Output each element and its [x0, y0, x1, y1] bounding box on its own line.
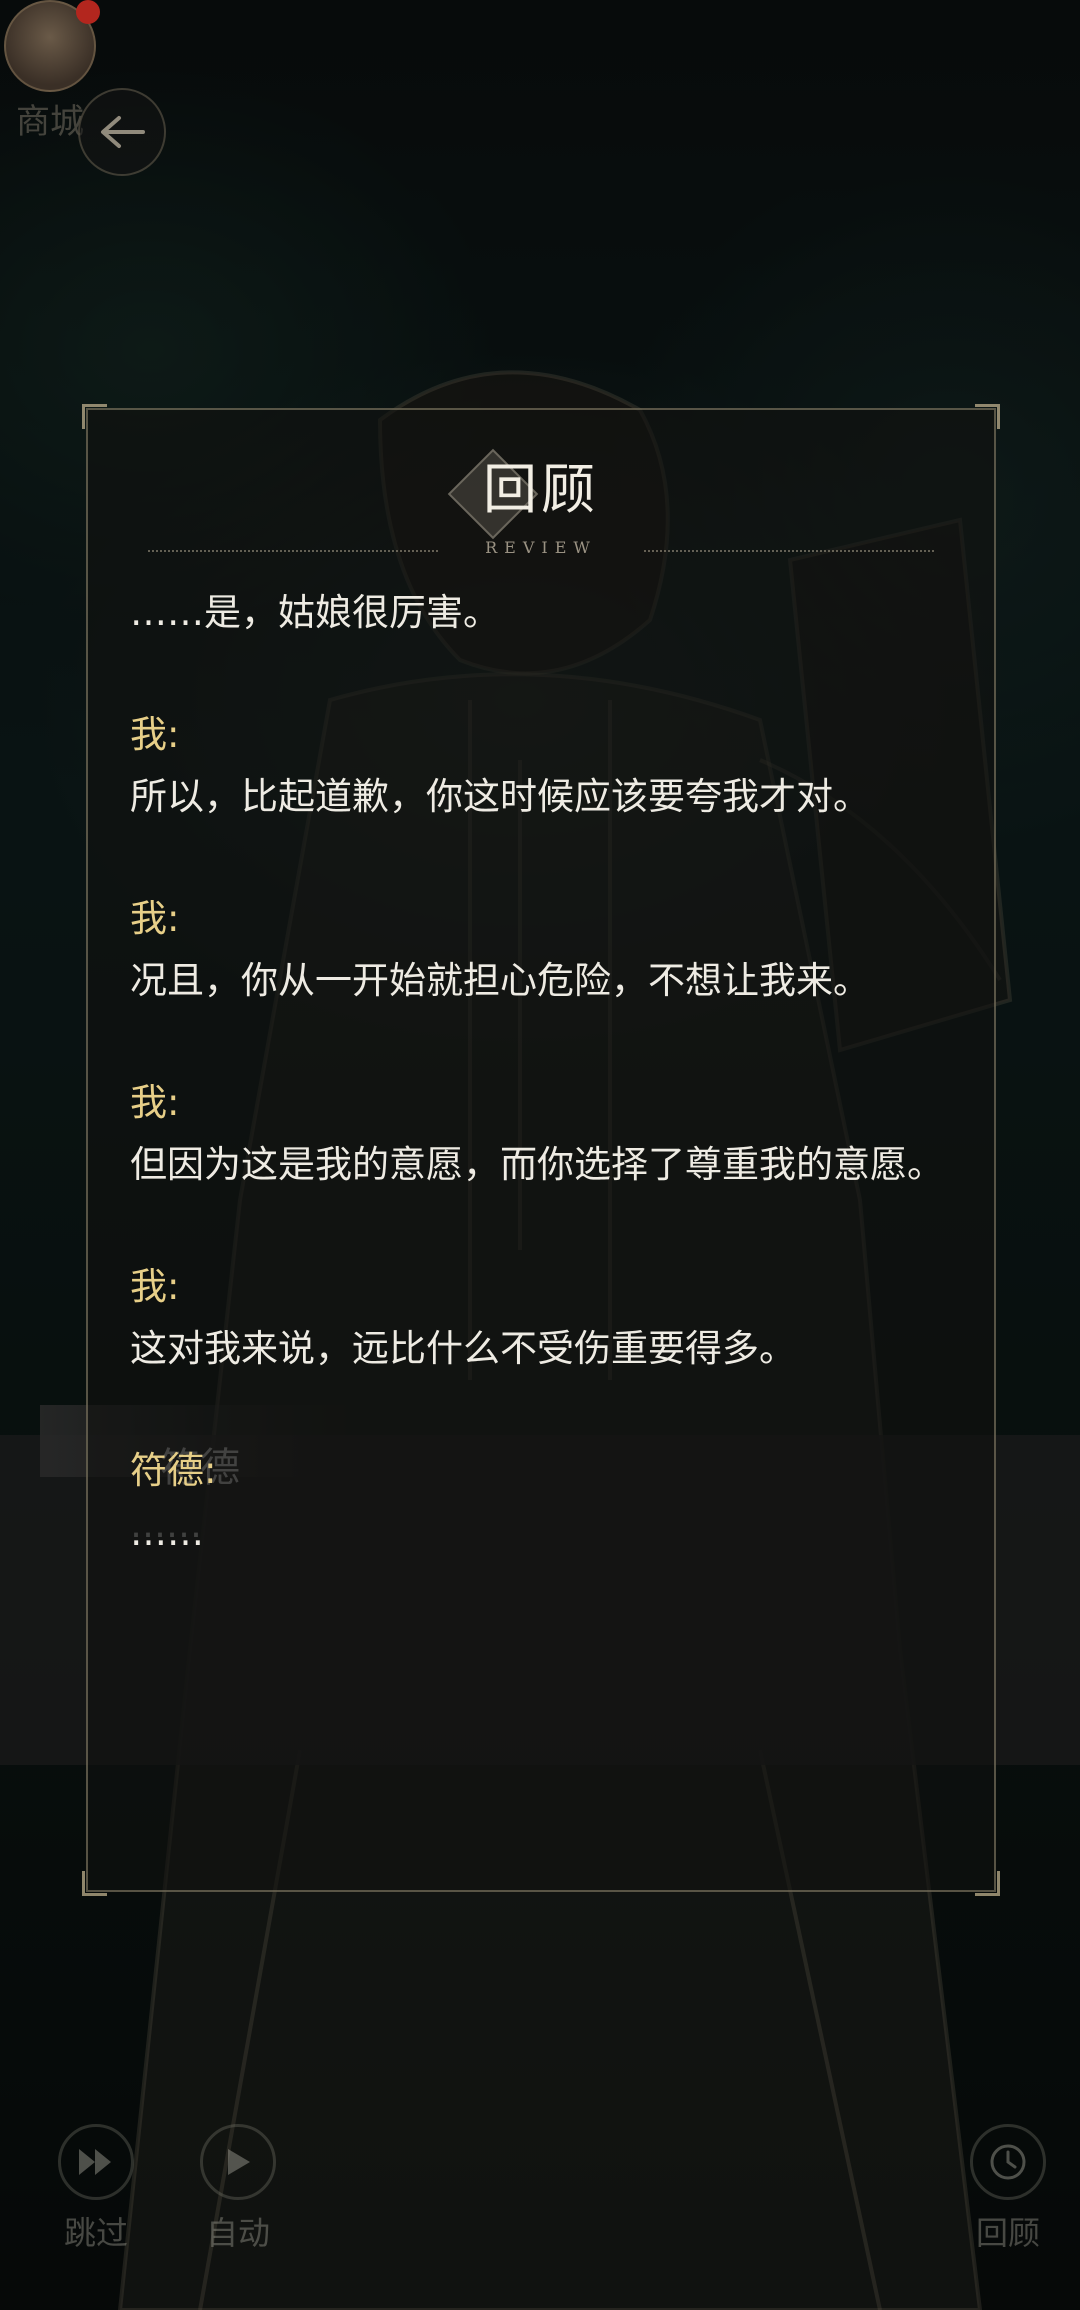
review-log-list[interactable]: ……是，姑娘很厉害。 我: 所以，比起道歉，你这时候应该要夸我才对。 我: 况且… [130, 580, 970, 1626]
log-entry: ……是，姑娘很厉害。 [130, 580, 970, 646]
log-text: 所以，比起道歉，你这时候应该要夸我才对。 [130, 775, 870, 818]
fast-forward-icon [79, 2149, 111, 2175]
review-label: 回顾 [975, 2214, 1040, 2252]
back-arrow-icon [101, 116, 145, 148]
log-text: 况且，你从一开始就担心危险，不想让我来。 [130, 959, 870, 1002]
shop-avatar [4, 0, 100, 92]
dotted-divider [644, 550, 934, 552]
skip-ring [58, 2124, 134, 2200]
log-entry: 我: 况且，你从一开始就担心危险，不想让我来。 [130, 890, 970, 1014]
log-entry: 我: 所以，比起道歉，你这时候应该要夸我才对。 [130, 706, 970, 830]
log-text: ……是，姑娘很厉害。 [130, 591, 500, 634]
log-entry: 符德: …… [130, 1442, 970, 1566]
clock-icon [990, 2144, 1026, 2180]
corner-ornament [975, 1871, 1000, 1896]
skip-label: 跳过 [63, 2214, 128, 2252]
dotted-divider [148, 550, 438, 552]
log-entry: 我: 这对我来说，远比什么不受伤重要得多。 [130, 1258, 970, 1382]
log-text: 这对我来说，远比什么不受伤重要得多。 [130, 1327, 796, 1370]
corner-ornament [82, 404, 107, 429]
corner-ornament [975, 404, 1000, 429]
notification-dot [76, 0, 100, 24]
log-speaker: 我: [130, 713, 180, 756]
auto-ring [200, 2124, 276, 2200]
log-speaker: 我: [130, 897, 180, 940]
review-subtitle: REVIEW [485, 538, 597, 557]
log-speaker: 我: [130, 1265, 180, 1308]
auto-button[interactable]: 自动 [178, 2124, 298, 2254]
back-button[interactable] [78, 88, 166, 176]
review-button[interactable]: 回顾 [948, 2124, 1068, 2254]
auto-label: 自动 [205, 2214, 270, 2252]
review-header: 回顾 REVIEW [88, 440, 994, 568]
review-title: 回顾 [483, 458, 599, 521]
play-icon [228, 2149, 250, 2175]
skip-button[interactable]: 跳过 [36, 2124, 156, 2254]
review-ring [970, 2124, 1046, 2200]
corner-ornament [82, 1871, 107, 1896]
log-text: …… [130, 1511, 204, 1554]
log-text: 但因为这是我的意愿，而你选择了尊重我的意愿。 [130, 1143, 944, 1186]
review-subtitle-row: REVIEW [88, 538, 994, 568]
log-entry: 我: 但因为这是我的意愿，而你选择了尊重我的意愿。 [130, 1074, 970, 1198]
log-speaker: 我: [130, 1081, 180, 1124]
review-panel[interactable]: 回顾 REVIEW ……是，姑娘很厉害。 我: 所以，比起道歉，你这时候应该要夸… [82, 404, 1000, 1896]
game-screen: 符德 …… 商城 跳过 自动 [0, 0, 1080, 2310]
log-speaker: 符德: [130, 1449, 217, 1492]
